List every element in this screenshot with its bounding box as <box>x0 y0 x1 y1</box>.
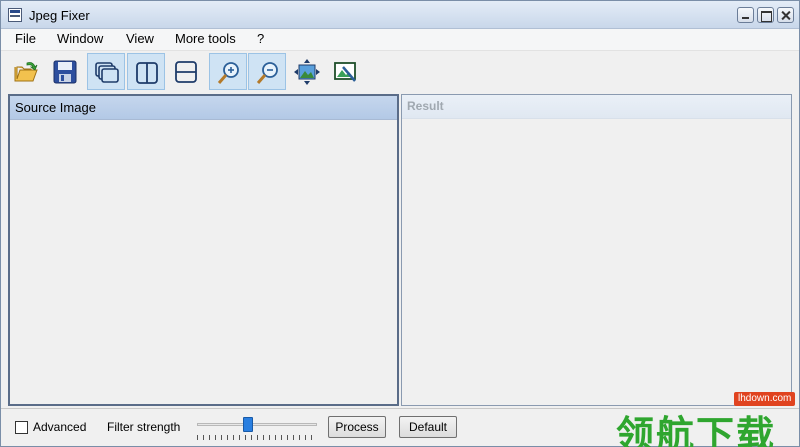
open-icon <box>14 62 38 82</box>
watermark: lhdown.com 领航下载 <box>614 390 800 447</box>
result-pane[interactable]: Result <box>401 94 792 406</box>
slider-thumb[interactable] <box>243 417 253 432</box>
save-icon <box>53 60 77 84</box>
advanced-checkbox[interactable] <box>15 421 28 434</box>
maximize-button[interactable] <box>757 7 774 23</box>
cascade-windows-button[interactable] <box>87 53 125 90</box>
result-title: Result <box>402 95 791 119</box>
app-icon <box>8 8 22 22</box>
source-image-pane[interactable]: Source Image <box>8 94 399 406</box>
menu-window[interactable]: Window <box>57 31 103 46</box>
process-button[interactable]: Process <box>328 416 386 438</box>
split-horizontal-button[interactable] <box>167 53 205 90</box>
menu-more-tools[interactable]: More tools <box>175 31 236 46</box>
title-bar: Jpeg Fixer <box>1 1 799 29</box>
edit-image-icon <box>334 62 356 82</box>
filter-strength-label: Filter strength <box>107 420 181 434</box>
result-canvas[interactable] <box>402 119 791 405</box>
minimize-button[interactable] <box>737 7 754 23</box>
menu-help[interactable]: ? <box>257 31 264 46</box>
split-vertical-icon <box>136 62 158 84</box>
source-image-title: Source Image <box>10 96 397 120</box>
fit-to-window-button[interactable] <box>288 53 326 90</box>
slider-ticks <box>197 435 317 440</box>
menu-bar: File Window View More tools ? <box>1 29 799 50</box>
source-image-canvas[interactable] <box>10 120 397 404</box>
fit-to-window-icon <box>294 59 320 85</box>
close-button[interactable] <box>777 7 794 23</box>
save-button[interactable] <box>46 53 84 90</box>
edit-image-button[interactable] <box>327 53 365 90</box>
watermark-text: 领航下载 <box>616 413 777 447</box>
cascade-windows-icon <box>95 62 119 83</box>
zoom-out-icon <box>256 62 278 84</box>
slider-track <box>197 423 317 426</box>
open-button[interactable] <box>7 53 45 90</box>
filter-strength-slider[interactable] <box>197 417 317 441</box>
toolbar <box>1 50 799 92</box>
zoom-in-icon <box>217 62 239 84</box>
zoom-out-button[interactable] <box>248 53 286 90</box>
advanced-label: Advanced <box>33 420 87 434</box>
menu-file[interactable]: File <box>15 31 36 46</box>
app-window: Jpeg Fixer File Window View More tools ? <box>0 0 800 447</box>
split-vertical-button[interactable] <box>127 53 165 90</box>
zoom-in-button[interactable] <box>209 53 247 90</box>
menu-view[interactable]: View <box>126 31 154 46</box>
split-horizontal-icon <box>175 61 197 83</box>
default-button[interactable]: Default <box>399 416 457 438</box>
window-title: Jpeg Fixer <box>29 8 90 23</box>
